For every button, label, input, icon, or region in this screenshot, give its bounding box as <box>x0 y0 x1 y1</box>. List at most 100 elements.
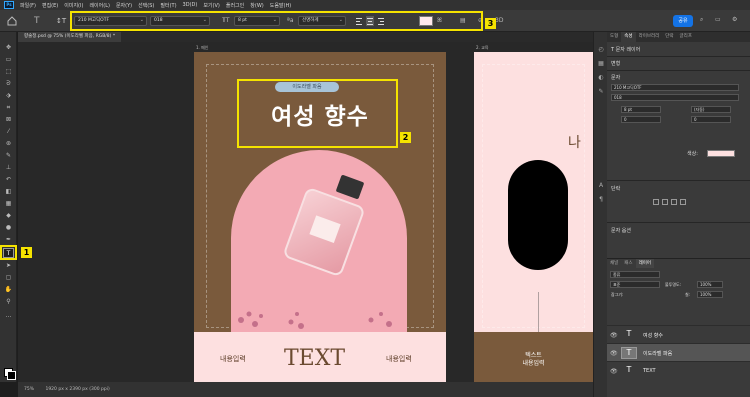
crop-tool-icon[interactable]: ⌗ <box>4 104 13 112</box>
dodge-tool-icon[interactable]: ● <box>4 224 13 232</box>
menu-3d[interactable]: 3D(D) <box>183 2 198 8</box>
type-tool-preset-icon[interactable]: T <box>34 15 40 27</box>
text-options-header[interactable]: 문자 옵션 <box>611 227 631 234</box>
artboard2-label[interactable]: 2. 교육 <box>476 45 488 51</box>
character-panel-icon-side[interactable]: A <box>597 182 605 190</box>
menu-image[interactable]: 이미지(I) <box>64 2 83 9</box>
layer-kind-filter[interactable]: 종류 <box>610 271 660 278</box>
justify-icon[interactable] <box>680 199 686 205</box>
product-arch-image[interactable] <box>231 150 407 340</box>
gradient-tool-icon[interactable]: ▦ <box>4 200 13 208</box>
text-orientation-icon[interactable]: ↕T <box>56 15 68 27</box>
eyedropper-tool-icon[interactable]: ⁄ <box>4 128 13 136</box>
character-header[interactable]: 문자 <box>611 74 620 81</box>
history-brush-tool-icon[interactable]: ↶ <box>4 176 13 184</box>
fill-field[interactable]: 100% <box>697 291 723 298</box>
search-icon[interactable]: ⌕ <box>700 16 703 24</box>
panel-tracking-field[interactable]: 0 <box>691 116 731 123</box>
text-layer-thumb-icon: T <box>621 347 637 359</box>
tab-paths[interactable]: 패스 <box>621 259 635 268</box>
adjustments-panel-icon[interactable]: ◐ <box>597 74 605 82</box>
layer-name[interactable]: 이도라벨 파음 <box>643 350 672 357</box>
gear-icon[interactable]: ⚙ <box>732 16 737 23</box>
divider <box>607 222 750 223</box>
tab-layers[interactable]: 레이어 <box>635 259 654 268</box>
panel-kerning-field[interactable]: 0 <box>621 116 661 123</box>
edit-toolbar-icon[interactable]: … <box>4 312 13 320</box>
zoom-tool-icon[interactable]: ⚲ <box>4 298 13 306</box>
tab-glyphs[interactable]: 글리프 <box>677 32 695 42</box>
footer-text-2[interactable]: 텍스트 내용입력 <box>474 352 593 368</box>
align-left-icon[interactable] <box>653 199 659 205</box>
brush-panel-icon[interactable]: ✎ <box>597 88 605 96</box>
marquee-tool-icon[interactable]: ⬚ <box>4 68 13 76</box>
visibility-eye-icon[interactable]: 👁 <box>610 332 618 339</box>
zoom-level[interactable]: 75% <box>24 387 34 392</box>
hand-tool-icon[interactable]: ✋ <box>4 286 13 294</box>
menu-file[interactable]: 파일(F) <box>20 2 36 9</box>
tab-shapes[interactable]: 도형 <box>607 32 621 42</box>
align-center-icon[interactable] <box>662 199 668 205</box>
paragraph-panel-icon[interactable]: ¶ <box>597 196 605 204</box>
path-select-tool-icon[interactable]: ➤ <box>4 262 13 270</box>
layer-name[interactable]: 여성 향수 <box>643 332 663 339</box>
layer-name[interactable]: TEXT <box>643 368 656 374</box>
artboard-tool-icon[interactable]: ▭ <box>4 56 13 64</box>
history-panel-icon[interactable]: ◴ <box>597 46 605 54</box>
tab-libraries[interactable]: 라이브러리 <box>636 32 663 42</box>
blur-tool-icon[interactable]: ◆ <box>4 212 13 220</box>
opacity-field[interactable]: 100% <box>697 281 723 288</box>
artboard1-label[interactable]: 1. 메인 <box>196 45 208 51</box>
move-tool-icon[interactable]: ✥ <box>4 44 13 52</box>
pill-shape[interactable] <box>508 160 568 270</box>
menu-type[interactable]: 문자(Y) <box>116 2 132 9</box>
layer-row-selected[interactable]: 👁 T 이도라벨 파음 <box>607 343 750 361</box>
document-tab[interactable]: 향술정.psd @ 75% (이도라벨 파음, RGB/8) * <box>18 32 122 42</box>
workspace-icon[interactable]: ▭ <box>715 16 721 23</box>
footer-right-text[interactable]: 내용입력 <box>386 354 412 364</box>
background-color-swatch[interactable] <box>7 371 16 380</box>
menu-view[interactable]: 보기(V) <box>203 2 220 9</box>
layer-row[interactable]: 👁 T TEXT <box>607 361 750 379</box>
menu-filter[interactable]: 필터(T) <box>160 2 176 9</box>
tab-paragraph[interactable]: 단락 <box>662 32 676 42</box>
tab-properties[interactable]: 속성 <box>621 32 636 42</box>
stamp-tool-icon[interactable]: ⊥ <box>4 164 13 172</box>
share-button[interactable]: 공유 <box>673 15 693 27</box>
panel-leading-field[interactable]: (자동) <box>691 106 731 113</box>
home-icon[interactable] <box>6 15 18 27</box>
menu-plugins[interactable]: 플러그인 <box>226 2 244 9</box>
panel-font-style-select[interactable]: 018 <box>611 94 739 101</box>
lasso-tool-icon[interactable]: ᘐ <box>4 80 13 88</box>
swatches-panel-icon[interactable]: ▦ <box>597 60 605 68</box>
menu-select[interactable]: 선택(S) <box>138 2 154 9</box>
tab-channels[interactable]: 채널 <box>607 259 621 268</box>
footer-center-text[interactable]: TEXT <box>284 346 345 371</box>
pen-tool-icon[interactable]: ✒ <box>4 236 13 244</box>
visibility-eye-icon[interactable]: 👁 <box>610 368 618 375</box>
frame-tool-icon[interactable]: ⊠ <box>4 116 13 124</box>
layer-row[interactable]: 👁 T 여성 향수 <box>607 325 750 343</box>
blend-mode-select[interactable]: 표준 <box>610 281 660 288</box>
menu-window[interactable]: 창(W) <box>250 2 263 9</box>
panel-font-size-field[interactable]: 8 pt <box>621 106 661 113</box>
menu-layer[interactable]: 레이어(L) <box>89 2 110 9</box>
panel-text-color-swatch[interactable] <box>707 150 735 157</box>
document-size[interactable]: 1920 px x 2390 px (300 ppi) <box>45 387 109 392</box>
transform-header[interactable]: 변형 <box>611 60 620 67</box>
footer-left-text[interactable]: 내용입력 <box>220 354 246 364</box>
visibility-eye-icon[interactable]: 👁 <box>610 350 618 357</box>
3d-icon[interactable]: 3D <box>495 17 503 25</box>
artboard-education[interactable]: 나 텍스트 내용입력 <box>474 52 593 382</box>
side-text[interactable]: 나 <box>568 132 581 152</box>
align-right-icon[interactable] <box>671 199 677 205</box>
paragraph-header[interactable]: 단락 <box>611 185 620 192</box>
menu-help[interactable]: 도움말(H) <box>270 2 291 9</box>
eraser-tool-icon[interactable]: ◧ <box>4 188 13 196</box>
menu-edit[interactable]: 편집(E) <box>42 2 58 9</box>
healing-tool-icon[interactable]: ⊛ <box>4 140 13 148</box>
panel-font-family-select[interactable]: 210 M고딕OTF <box>611 84 739 91</box>
object-select-tool-icon[interactable]: ⬗ <box>4 92 13 100</box>
brush-tool-icon[interactable]: ✎ <box>4 152 13 160</box>
shape-tool-icon[interactable]: ▢ <box>4 274 13 282</box>
